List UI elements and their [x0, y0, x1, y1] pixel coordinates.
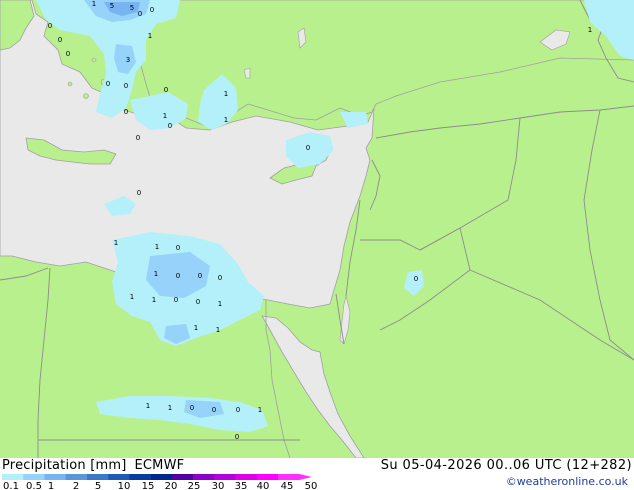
color-scale-swatch [129, 474, 151, 480]
precip-value-label: 0 [218, 274, 222, 282]
precip-value-label: 0 [174, 296, 178, 304]
precip-value-label: 1 [163, 112, 167, 120]
precip-value-label: 1 [155, 243, 159, 251]
color-scale-swatch [256, 474, 279, 480]
color-scale-arrow [299, 474, 312, 480]
color-scale-label: 25 [187, 481, 201, 490]
precip-value-label: 0 [196, 298, 200, 306]
color-scale-label: 30 [211, 481, 225, 490]
precip-value-label: 0 [137, 189, 141, 197]
precip-value-label: 0 [235, 433, 239, 441]
precip-value-label: 0 [176, 272, 180, 280]
precip-value-label: 1 [168, 404, 172, 412]
map-footer: Precipitation [mm] ECMWF Su 05-04-2026 00… [0, 458, 634, 490]
credit-link[interactable]: ©weatheronline.co.uk [506, 475, 628, 488]
precip-value-label: 1 [588, 26, 592, 34]
precip-value-label: 0 [48, 22, 52, 30]
precip-value-label: 1 [218, 300, 222, 308]
precip-value-label: 0 [58, 36, 62, 44]
precipitation-map: 1550010300001011010110100011001111100010… [0, 0, 634, 490]
precip-value-label: 1 [146, 402, 150, 410]
precip-value-label: 0 [168, 122, 172, 130]
precip-value-label: 1 [224, 90, 228, 98]
color-scale-label: 10 [117, 481, 131, 490]
color-scale-swatch [2, 474, 24, 480]
color-scale-label: 5 [94, 481, 102, 490]
color-scale-label: 15 [141, 481, 155, 490]
color-scale-swatch [193, 474, 215, 480]
color-scale-swatch [171, 474, 194, 480]
color-scale-label: 35 [234, 481, 248, 490]
color-scale-label: 40 [256, 481, 270, 490]
precip-value-label: 5 [130, 4, 134, 12]
precip-value-label: 0 [124, 108, 128, 116]
product-title: Precipitation [mm] ECMWF [2, 458, 184, 473]
color-scale [2, 474, 312, 480]
product-name: Precipitation [mm] [2, 458, 127, 473]
color-scale-swatch [65, 474, 88, 480]
precip-value-label: 1 [148, 32, 152, 40]
precip-value-label: 0 [414, 275, 418, 283]
precip-value-label: 0 [66, 50, 70, 58]
color-scale-swatch [150, 474, 173, 480]
aegean-island [91, 57, 97, 63]
color-scale-swatch [23, 474, 45, 480]
color-scale-label: 45 [280, 481, 294, 490]
precip-value-label: 1 [152, 296, 156, 304]
aegean-island [83, 93, 89, 99]
color-scale-label: 20 [164, 481, 178, 490]
precip-value-label: 0 [106, 80, 110, 88]
color-scale-label: 0.5 [26, 481, 42, 490]
color-scale-label: 1 [47, 481, 55, 490]
precip-value-label: 1 [216, 326, 220, 334]
color-scale-labels: 0.1 0.5 1 2 5 10 15 20 25 30 35 40 45 50 [0, 481, 330, 490]
precip-value-label: 1 [92, 0, 96, 8]
color-scale-swatch [108, 474, 130, 480]
precip-value-label: 3 [126, 56, 130, 64]
map-canvas: 1 5 5 001030 0 00 10110101 1 01 0 0 01 1 0 0 11 11 1 0 0 0 10… [0, 0, 634, 458]
precip-value-label: 0 [190, 404, 194, 412]
precip-value-label: 1 [114, 239, 118, 247]
precip-value-label: 1 [130, 293, 134, 301]
precip-value-label: 1 [224, 116, 228, 124]
precip-value-label: 0 [164, 86, 168, 94]
color-scale-label: 0.1 [3, 481, 19, 490]
color-scale-swatch [278, 474, 300, 480]
color-scale-swatch [44, 474, 66, 480]
precip-value-label: 0 [212, 406, 216, 414]
precip-value-label: 1 [194, 324, 198, 332]
precip-value-label: 0 [198, 272, 202, 280]
precip-value-label: 0 [236, 406, 240, 414]
precip-value-label: 0 [306, 144, 310, 152]
precip-value-label: 0 [150, 6, 154, 14]
color-scale-label: 2 [72, 481, 80, 490]
color-scale-swatch [214, 474, 236, 480]
precip-value-label: 0 [176, 244, 180, 252]
aegean-island [67, 81, 73, 87]
color-scale-swatch [86, 474, 109, 480]
precip-value-label: 0 [138, 10, 142, 18]
precip-value-label: 1 [258, 406, 262, 414]
valid-time: Su 05-04-2026 00..06 UTC (12+282) [380, 458, 632, 473]
model-name: ECMWF [134, 458, 185, 473]
precip-value-label: 0 [136, 134, 140, 142]
color-scale-swatch [235, 474, 258, 480]
precip-value-label: 5 [110, 2, 114, 10]
precip-value-label: 0 [124, 82, 128, 90]
precip-value-label: 1 [154, 270, 158, 278]
color-scale-label: 50 [304, 481, 318, 490]
